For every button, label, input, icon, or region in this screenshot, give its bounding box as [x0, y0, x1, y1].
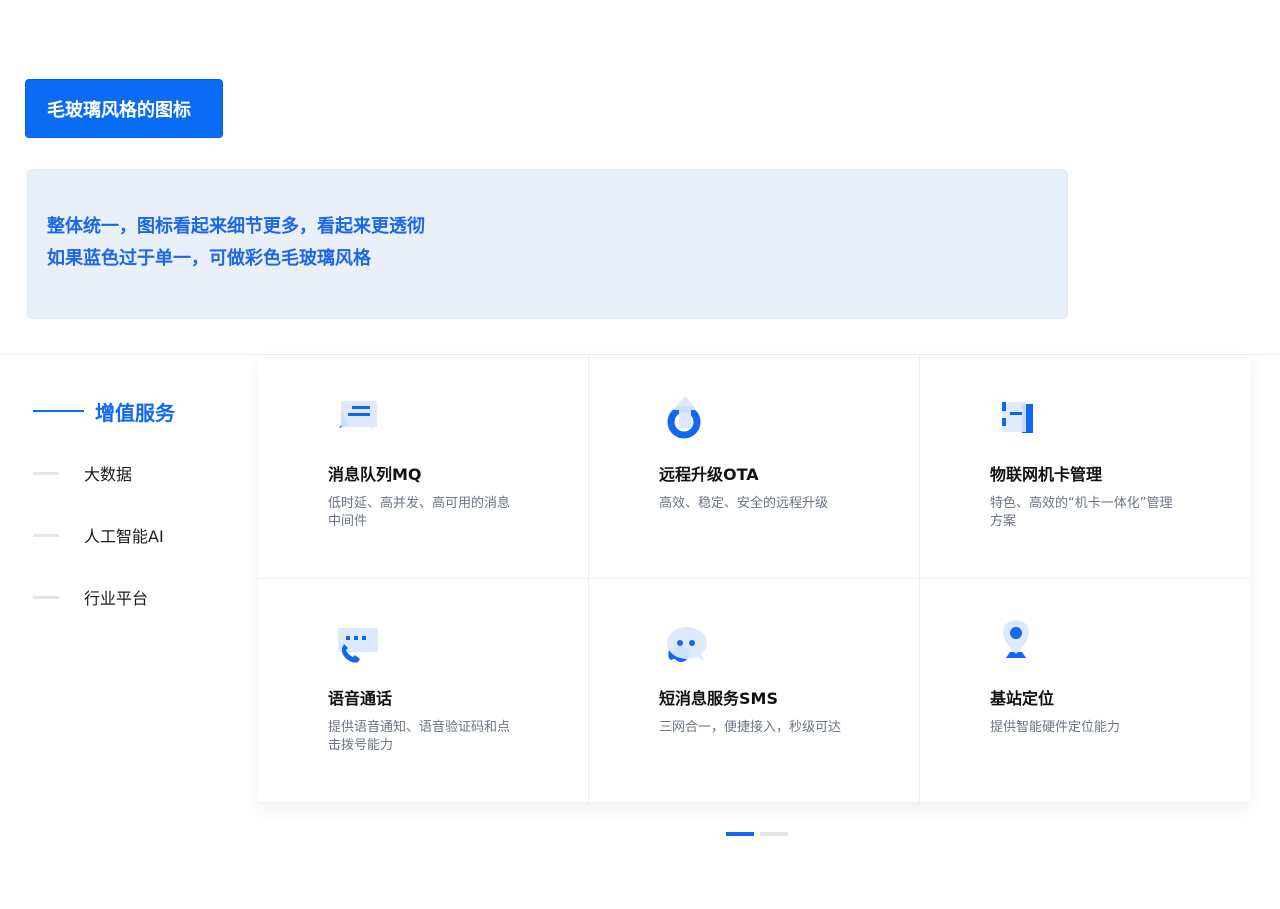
location-pin-icon: [1003, 620, 1029, 658]
service-title: 远程升级OTA: [659, 465, 759, 484]
chat-bubble-icon: [667, 627, 707, 662]
active-indicator: [33, 410, 84, 412]
service-description: 低时延、高并发、高可用的消息中间件: [328, 496, 511, 529]
title-tag[interactable]: 毛玻璃风格的图标: [25, 79, 223, 138]
description-panel: 整体统一，图标看起来细节更多，看起来更透彻 如果蓝色过于单一，可做彩色毛玻璃风格: [27, 169, 1068, 319]
service-card-ota[interactable]: 远程升级OTA 高效、稳定、安全的远程升级: [589, 355, 919, 578]
service-grid: 消息队列MQ 低时延、高并发、高可用的消息中间件 远程升级OTA 高效、稳定、安…: [258, 355, 1250, 803]
ota-upgrade-icon: [667, 396, 701, 439]
service-card-sms[interactable]: 短消息服务SMS 三网合一，便捷接入，秒级可达: [589, 579, 919, 802]
description-line-2: 如果蓝色过于单一，可做彩色毛玻璃风格: [47, 248, 371, 269]
pagination-dot-1[interactable]: [726, 832, 754, 836]
sidebar-item-label: 人工智能AI: [84, 527, 164, 546]
service-title: 物联网机卡管理: [990, 465, 1103, 484]
inactive-indicator: [33, 595, 59, 599]
service-card-mq[interactable]: 消息队列MQ 低时延、高并发、高可用的消息中间件: [258, 355, 588, 578]
carousel-pagination: [726, 832, 788, 836]
sim-card-icon: [1002, 402, 1033, 433]
service-description: 三网合一，便捷接入，秒级可达: [659, 720, 842, 735]
message-queue-icon: [339, 401, 377, 431]
service-card-sim-management[interactable]: 物联网机卡管理 特色、高效的“机卡一体化”管理方案: [920, 355, 1250, 578]
phone-call-icon: [338, 628, 378, 663]
sidebar-item-label: 行业平台: [84, 589, 149, 608]
sidebar-item-industry-platform[interactable]: 行业平台: [33, 582, 233, 612]
inactive-indicator: [33, 533, 59, 537]
sidebar-item-value-added-services[interactable]: 增值服务: [33, 396, 233, 426]
service-title: 短消息服务SMS: [659, 689, 778, 708]
description-line-1: 整体统一，图标看起来细节更多，看起来更透彻: [47, 216, 425, 237]
service-description: 特色、高效的“机卡一体化”管理方案: [990, 496, 1173, 529]
service-description: 高效、稳定、安全的远程升级: [659, 496, 829, 511]
service-card-base-station-location[interactable]: 基站定位 提供智能硬件定位能力: [920, 579, 1250, 802]
pagination-dot-2[interactable]: [760, 832, 788, 836]
inactive-indicator: [33, 471, 59, 475]
service-title: 语音通话: [328, 689, 393, 708]
service-description: 提供智能硬件定位能力: [990, 720, 1121, 735]
sidebar-item-label: 大数据: [84, 465, 133, 484]
service-card-voice-call[interactable]: 语音通话 提供语音通知、语音验证码和点击拨号能力: [258, 579, 588, 802]
service-title: 消息队列MQ: [328, 465, 422, 484]
sidebar-item-ai[interactable]: 人工智能AI: [33, 520, 233, 550]
service-description: 提供语音通知、语音验证码和点击拨号能力: [328, 720, 511, 753]
sidebar-item-label: 增值服务: [95, 400, 175, 425]
service-title: 基站定位: [990, 689, 1055, 708]
sidebar-item-big-data[interactable]: 大数据: [33, 458, 233, 488]
